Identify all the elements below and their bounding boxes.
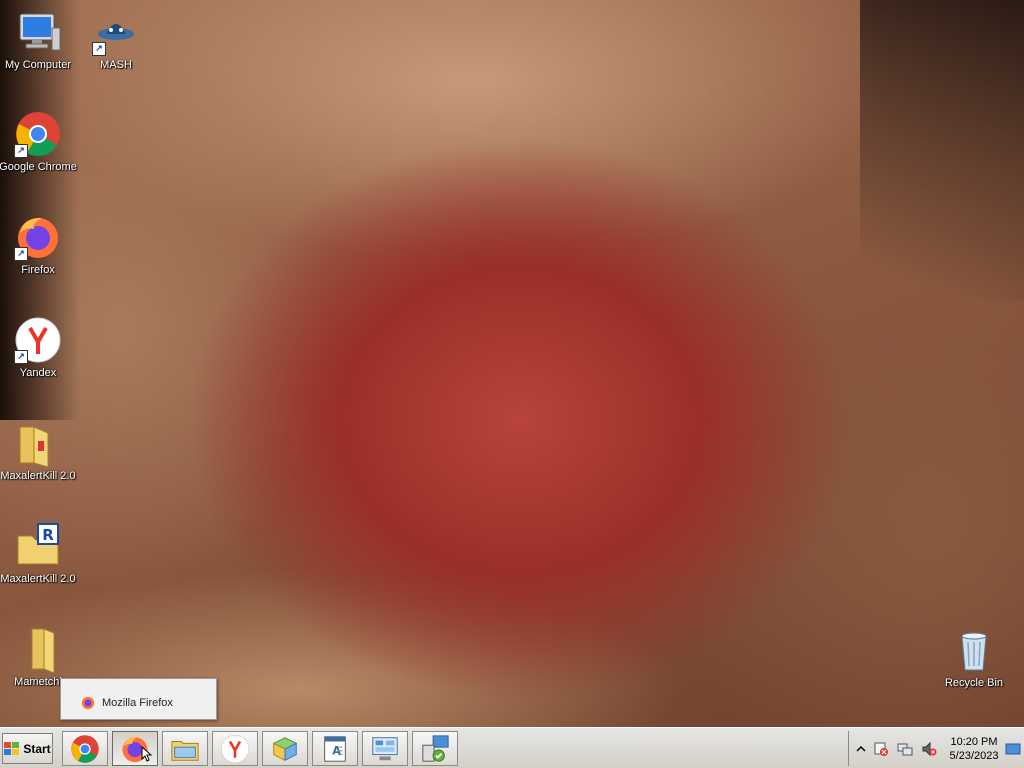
firefox-icon: ↗ — [14, 213, 62, 261]
shortcut-arrow-icon: ↗ — [14, 144, 28, 158]
shortcut-arrow-icon: ↗ — [92, 42, 106, 56]
desktop-icon-my-computer[interactable]: My Computer — [0, 8, 78, 71]
chrome-icon: ↗ — [14, 110, 62, 158]
desktop-icon-label: MASH — [100, 59, 132, 71]
taskbar-button-control-panel[interactable] — [362, 731, 408, 766]
computer-icon — [14, 8, 62, 56]
desktop-icon-yandex[interactable]: ↗ Yandex — [0, 316, 78, 379]
desktop-icon-maxalertkill-folder[interactable]: MaxalertKill 2.0 — [0, 419, 78, 482]
taskbar-button-explorer[interactable] — [162, 731, 208, 766]
taskbar-button-network-setup[interactable] — [412, 731, 458, 766]
desktop-icon-label: MaxalertKill 2.0 — [0, 470, 76, 482]
desktop-icon-mash[interactable]: ↗ MASH — [76, 8, 156, 71]
start-button[interactable]: Start — [2, 733, 53, 764]
folder-icon — [14, 625, 62, 674]
yandex-icon — [220, 734, 250, 763]
desktop-icon-label: Firefox — [21, 264, 55, 276]
taskbar-button-yandex[interactable] — [212, 731, 258, 766]
system-tray: 10:20 PM 5/23/2023 — [848, 731, 1024, 766]
svg-text:R: R — [42, 526, 54, 544]
volume-muted-icon[interactable] — [921, 741, 937, 757]
popup-item-firefox[interactable]: Mozilla Firefox — [81, 696, 173, 710]
recycle-bin-icon — [950, 626, 998, 674]
network-setup-icon — [422, 734, 449, 762]
network-icon[interactable] — [897, 741, 913, 757]
show-desktop-icon[interactable] — [1005, 741, 1021, 757]
desktop-icon-google-chrome[interactable]: ↗ Google Chrome — [0, 110, 78, 173]
desktop-icon-firefox[interactable]: ↗ Firefox — [0, 213, 78, 276]
chrome-icon — [71, 734, 99, 763]
windows-flag-icon — [4, 741, 20, 755]
mash-icon: ↗ — [92, 8, 140, 56]
taskbar-button-firefox[interactable] — [112, 731, 158, 766]
installer-icon: R — [14, 522, 62, 570]
taskbar-button-document[interactable]: A — [312, 731, 358, 766]
shortcut-arrow-icon: ↗ — [14, 247, 28, 261]
wallpaper-shade — [860, 0, 1024, 300]
taskbar: Start A 10:20 PM 5/23/2023 — [0, 727, 1024, 768]
app-icon — [272, 736, 298, 761]
show-hidden-icons-chevron-icon[interactable] — [853, 741, 869, 757]
tray-date: 5/23/2023 — [949, 750, 999, 762]
action-center-warning-icon[interactable] — [873, 741, 889, 757]
mouse-cursor-icon — [141, 746, 153, 762]
desktop-icon-maxalertkill-installer[interactable]: R MaxalertKill 2.0 — [0, 522, 78, 585]
desktop-icon-label: Google Chrome — [0, 161, 77, 173]
desktop-icon-label: MaxalertKill 2.0 — [0, 573, 76, 585]
explorer-icon — [171, 740, 199, 761]
desktop-icon-label: Yandex — [19, 367, 57, 379]
shortcut-arrow-icon: ↗ — [14, 350, 28, 364]
taskbar-button-chrome[interactable] — [62, 731, 108, 766]
desktop-icon-recycle-bin[interactable]: Recycle Bin — [934, 626, 1014, 689]
taskbar-thumbnail-popup[interactable]: Mozilla Firefox — [60, 678, 217, 720]
firefox-icon — [81, 696, 95, 710]
control-panel-icon — [372, 736, 398, 760]
desktop-icon-label: Recycle Bin — [944, 677, 1004, 689]
tray-clock[interactable]: 10:20 PM 5/23/2023 — [944, 735, 1004, 763]
yandex-icon: ↗ — [14, 316, 62, 364]
document-icon: A — [324, 735, 346, 762]
start-label: Start — [23, 741, 51, 756]
tray-time: 10:20 PM — [950, 736, 998, 748]
popup-item-label: Mozilla Firefox — [102, 697, 173, 709]
folder-icon — [14, 419, 62, 468]
taskbar-button-app[interactable] — [262, 731, 308, 766]
desktop-icon-label: My Computer — [4, 59, 72, 71]
